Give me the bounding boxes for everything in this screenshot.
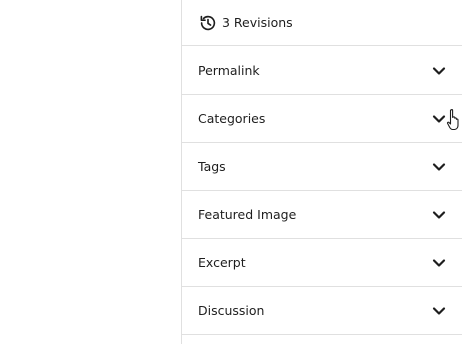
editor-canvas bbox=[0, 0, 181, 344]
chevron-down-icon[interactable] bbox=[431, 255, 447, 271]
chevron-down-icon[interactable] bbox=[431, 111, 447, 127]
panel-title: Categories bbox=[198, 111, 266, 126]
panel-excerpt[interactable]: Excerpt bbox=[182, 239, 462, 287]
revisions-link[interactable]: 3 Revisions bbox=[182, 0, 462, 46]
panel-title: Tags bbox=[198, 159, 226, 174]
revisions-label: 3 Revisions bbox=[222, 15, 293, 30]
panel-tags[interactable]: Tags bbox=[182, 143, 462, 191]
panel-categories[interactable]: Categories bbox=[182, 95, 462, 143]
document-settings-sidebar: 3 Revisions Permalink Categories Tags Fe… bbox=[181, 0, 462, 344]
panel-discussion[interactable]: Discussion bbox=[182, 287, 462, 335]
panel-title: Permalink bbox=[198, 63, 260, 78]
chevron-down-icon[interactable] bbox=[431, 207, 447, 223]
panel-title: Discussion bbox=[198, 303, 265, 318]
chevron-down-icon[interactable] bbox=[431, 63, 447, 79]
panel-featured-image[interactable]: Featured Image bbox=[182, 191, 462, 239]
panel-title: Featured Image bbox=[198, 207, 297, 222]
hand-pointer-cursor-icon bbox=[446, 108, 462, 134]
chevron-down-icon[interactable] bbox=[431, 303, 447, 319]
panel-permalink[interactable]: Permalink bbox=[182, 47, 462, 95]
history-icon bbox=[199, 14, 217, 32]
chevron-down-icon[interactable] bbox=[431, 159, 447, 175]
panel-title: Excerpt bbox=[198, 255, 246, 270]
